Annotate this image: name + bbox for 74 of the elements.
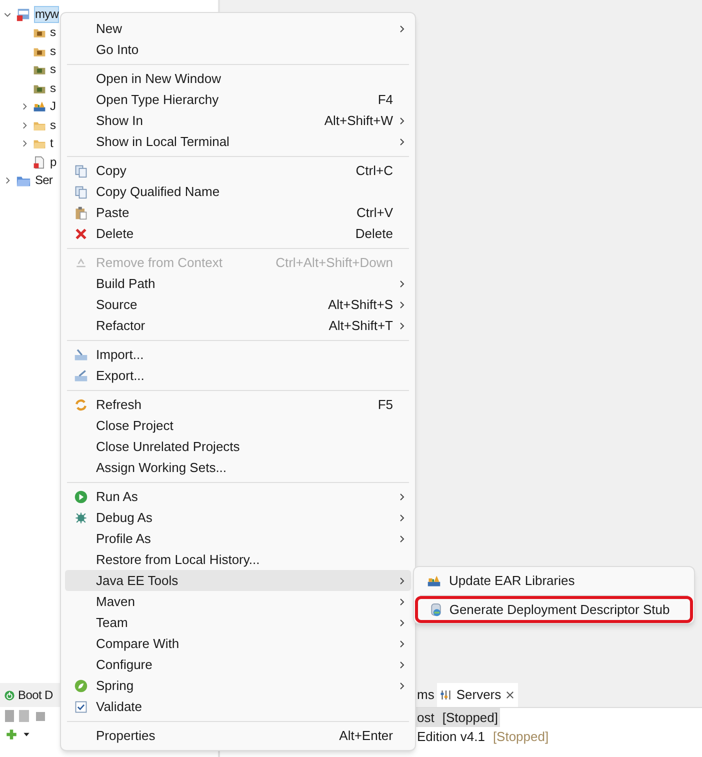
menu-item[interactable]: Update EAR Libraries	[418, 570, 690, 591]
menu-item[interactable]: Maven	[65, 591, 411, 612]
jar-globe-icon	[429, 602, 444, 616]
menu-item[interactable]: Copy Ctrl+C	[65, 160, 411, 181]
toolbar-icons-drawing	[5, 710, 45, 722]
menu-item[interactable]: Java EE Tools	[65, 570, 411, 591]
menu-item[interactable]: Show In Alt+Shift+W	[65, 110, 411, 131]
leaf-icon	[74, 678, 88, 692]
menu-item[interactable]: Go Into	[65, 39, 411, 60]
menu-item[interactable]: Run As	[65, 486, 411, 507]
tree-item-label[interactable]: myw	[34, 6, 60, 23]
file-error-icon	[33, 156, 46, 169]
tree-item-label[interactable]: J	[49, 98, 57, 116]
menu-item[interactable]: Paste Ctrl+V	[65, 202, 411, 223]
menu-item[interactable]: Compare With	[65, 633, 411, 654]
tree-item-label[interactable]: s	[49, 42, 57, 60]
server-row[interactable]: Edition v4.1 [Stopped]	[415, 726, 551, 746]
menu-item[interactable]: New	[65, 18, 411, 39]
tree-item-label[interactable]: s	[49, 80, 57, 97]
tree-item-label[interactable]: s	[49, 24, 57, 42]
menu-item[interactable]: Restore from Local History...	[65, 549, 411, 570]
add-icon	[5, 728, 18, 740]
delete-icon	[74, 226, 88, 240]
checkbox-icon	[74, 700, 88, 714]
menu-item[interactable]: Refresh F5	[65, 394, 411, 415]
menu-item[interactable]: Build Path	[65, 273, 411, 294]
close-icon	[505, 690, 516, 700]
menu-item[interactable]: Show in Local Terminal	[65, 131, 411, 152]
menu-item[interactable]: Team	[65, 612, 411, 633]
menu-item[interactable]: Close Project	[65, 415, 411, 436]
web-project-icon	[16, 6, 31, 22]
books-icon	[33, 100, 46, 114]
copy-icon	[74, 164, 88, 178]
menu-item[interactable]: Close Unrelated Projects	[65, 436, 411, 457]
menu-item[interactable]: Open Type Hierarchy F4	[65, 89, 411, 110]
panel-tab[interactable]: Servers	[437, 683, 518, 707]
menu-item[interactable]: Assign Working Sets...	[65, 457, 411, 478]
panel-tab[interactable]: Boot D	[18, 686, 53, 704]
power-icon	[4, 690, 15, 700]
import-icon	[74, 348, 88, 362]
menu-item[interactable]: Export...	[65, 365, 411, 386]
menu-item[interactable]: Open in New Window	[65, 68, 411, 89]
menu-item[interactable]: Validate	[65, 696, 411, 717]
server-row[interactable]: ost [Stopped]	[415, 708, 500, 728]
books-icon	[426, 574, 440, 588]
tree-item-label[interactable]: s	[49, 116, 57, 134]
server-state: [Stopped]	[492, 728, 549, 746]
bug-icon	[74, 510, 88, 524]
menu-item[interactable]: Properties Alt+Enter	[65, 725, 411, 746]
panel-tab[interactable]: ms	[414, 683, 438, 707]
menu-item[interactable]: Configure	[65, 654, 411, 675]
run-icon	[74, 490, 88, 504]
menu-item[interactable]: Spring	[65, 675, 411, 696]
server-name: Edition v4.1	[417, 728, 485, 746]
server-name: ost	[417, 708, 434, 727]
copy-icon	[74, 184, 88, 198]
refresh-icon	[74, 398, 88, 412]
servers-icon	[440, 689, 452, 701]
clipboard-icon	[74, 206, 88, 220]
menu-item[interactable]: Generate Deployment Descriptor Stub	[418, 599, 690, 620]
menu-item[interactable]: Refactor Alt+Shift+T	[65, 315, 411, 336]
tree-item-label[interactable]: p	[49, 154, 58, 171]
tree-item-label[interactable]: Ser	[34, 172, 54, 190]
menu-item[interactable]: Copy Qualified Name	[65, 181, 411, 202]
export-icon	[74, 368, 88, 382]
remove-icon	[74, 256, 88, 270]
menu-item[interactable]: Profile As	[65, 528, 411, 549]
tree-item-label[interactable]: t	[49, 135, 54, 152]
tree-item-label[interactable]: s	[49, 61, 57, 78]
menu-item[interactable]: Source Alt+Shift+S	[65, 294, 411, 315]
server-state: [Stopped]	[442, 708, 498, 727]
menu-item[interactable]: Delete Delete	[65, 223, 411, 244]
menu-item[interactable]: Debug As	[65, 507, 411, 528]
menu-item[interactable]: Import...	[65, 344, 411, 365]
